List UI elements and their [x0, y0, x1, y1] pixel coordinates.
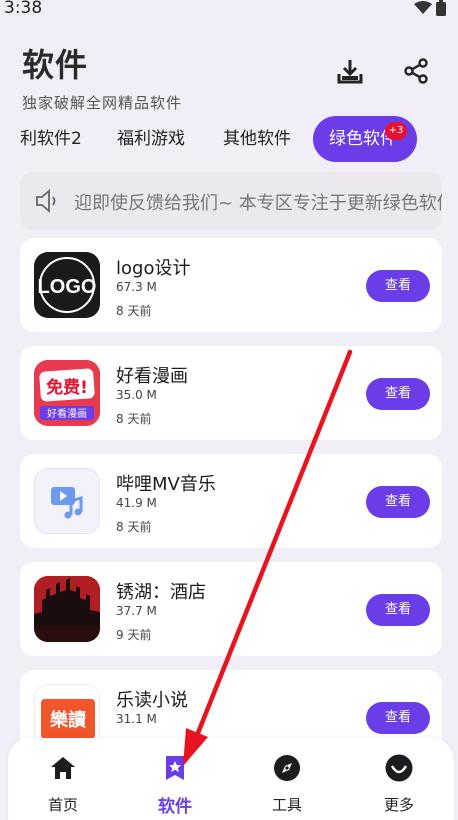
app-name: 好看漫画	[116, 366, 188, 387]
manga-app-icon: 免费! 好看漫画	[34, 360, 100, 426]
view-button[interactable]: 查看	[366, 594, 430, 626]
tab-other-software[interactable]: 其他软件	[223, 116, 291, 162]
tab-welfare-games[interactable]: 福利游戏	[117, 116, 185, 162]
view-button[interactable]: 查看	[366, 702, 430, 734]
page-subtitle: 独家破解全网精品软件	[22, 94, 183, 112]
app-size: 37.7 M	[116, 604, 157, 618]
list-item[interactable]: 免费! 好看漫画 好看漫画 35.0 M 8 天前 查看	[20, 346, 442, 440]
download-icon	[337, 60, 363, 84]
list-item[interactable]: 锈湖：酒店 37.7 M 9 天前 查看	[20, 562, 442, 656]
app-update-time: 8 天前	[116, 412, 152, 426]
tab-badge: +3	[385, 122, 407, 140]
view-button[interactable]: 查看	[366, 270, 430, 302]
nav-home-label: 首页	[47, 796, 78, 814]
share-button[interactable]	[399, 54, 433, 88]
nav-tools-label: 工具	[271, 796, 302, 814]
wifi-icon	[414, 1, 432, 14]
page-header: 软件 独家破解全网精品软件	[22, 40, 182, 113]
battery-icon	[436, 0, 446, 16]
share-icon	[404, 58, 428, 84]
bottom-nav: 首页 软件 工具 更多	[8, 738, 454, 820]
nav-more[interactable]: 更多	[349, 738, 449, 820]
app-name: logo设计	[116, 258, 191, 279]
status-bar: 3:38	[0, 0, 458, 20]
nav-more-label: 更多	[383, 796, 414, 814]
status-icons	[414, 0, 446, 16]
novel-icon-text: 樂讀	[50, 709, 86, 731]
nav-software-label: 软件	[158, 797, 192, 817]
app-size: 35.0 M	[116, 388, 157, 402]
category-tabs: 利软件2 福利游戏 其他软件 绿色软件 +3	[0, 116, 458, 166]
app-size: 67.3 M	[116, 280, 157, 294]
app-update-time: 8 天前	[116, 520, 152, 534]
music-video-icon	[34, 468, 100, 534]
compass-icon	[274, 755, 300, 781]
tab-green-software[interactable]: 绿色软件 +3	[313, 116, 417, 162]
app-name: 哔哩MV音乐	[116, 474, 216, 495]
nav-home[interactable]: 首页	[13, 738, 113, 820]
app-update-time: 8 天前	[116, 304, 152, 318]
nav-tools[interactable]: 工具	[237, 738, 337, 820]
home-icon	[51, 757, 75, 779]
logo-design-icon: LOGO	[34, 252, 100, 318]
page-title: 软件	[22, 46, 89, 84]
announcement-bar: 迎即使反馈给我们~ 本专区专注于更新绿色软件	[20, 172, 442, 230]
rusty-lake-hotel-icon	[34, 576, 100, 642]
view-button[interactable]: 查看	[366, 378, 430, 410]
app-name: 乐读小说	[116, 690, 188, 711]
list-item[interactable]: LOGO logo设计 67.3 M 8 天前 查看	[20, 238, 442, 332]
view-button[interactable]: 查看	[366, 486, 430, 518]
more-icon	[385, 754, 413, 782]
speaker-icon	[36, 189, 56, 213]
logo-icon-text: LOGO	[38, 276, 97, 298]
announcement-text: 迎即使反馈给我们~ 本专区专注于更新绿色软件	[74, 193, 442, 214]
download-button[interactable]	[333, 54, 367, 88]
manga-icon-subtext: 好看漫画	[47, 407, 87, 420]
list-item[interactable]: 哔哩MV音乐 41.9 M 8 天前 查看	[20, 454, 442, 548]
status-time: 3:38	[4, 0, 43, 18]
nav-software[interactable]: 软件	[125, 738, 225, 820]
app-update-time: 9 天前	[116, 628, 152, 642]
app-name: 锈湖：酒店	[116, 582, 206, 603]
manga-icon-text: 免费!	[46, 377, 88, 398]
app-size: 31.1 M	[116, 712, 157, 726]
app-size: 41.9 M	[116, 496, 157, 510]
tab-software-2[interactable]: 利软件2	[20, 116, 82, 162]
software-icon	[166, 756, 184, 780]
